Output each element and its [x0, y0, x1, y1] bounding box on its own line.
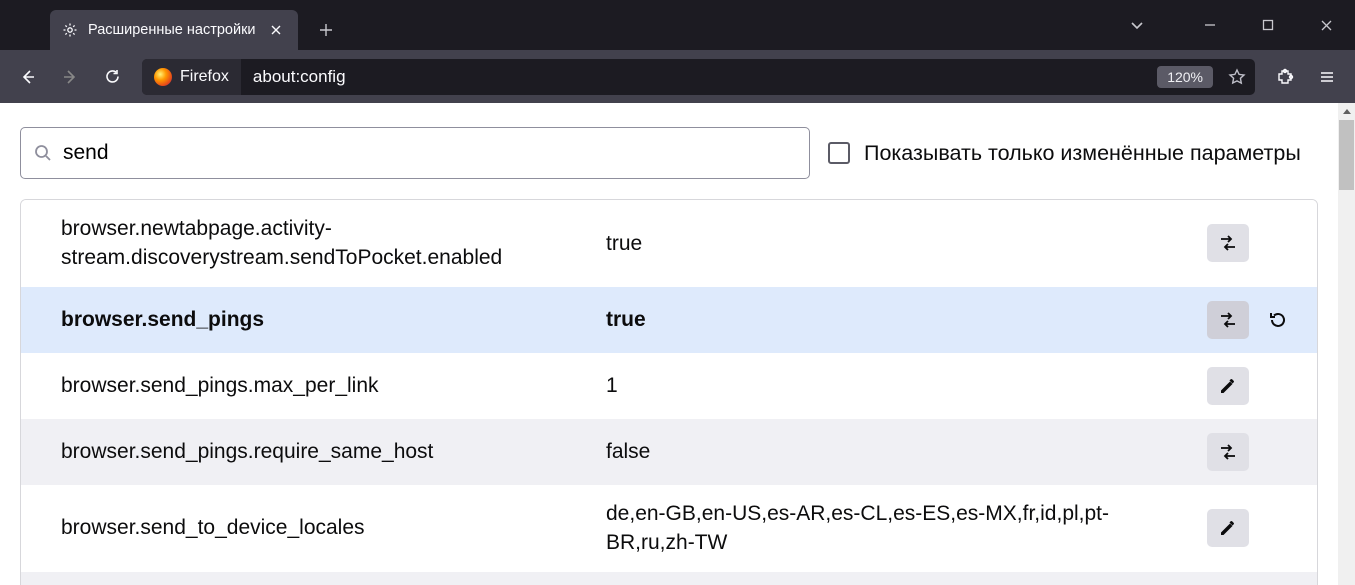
- pref-value: true: [606, 229, 1207, 258]
- pref-value: false: [606, 437, 1207, 466]
- modified-only-checkbox-row[interactable]: Показывать только изменённые параметры: [828, 141, 1301, 166]
- pref-actions: [1207, 433, 1299, 471]
- pref-value: true: [606, 305, 1207, 334]
- window-controls: [1113, 0, 1355, 50]
- identity-box[interactable]: Firefox: [142, 59, 241, 95]
- window-close-button[interactable]: [1297, 5, 1355, 45]
- titlebar: Расширенные настройки: [0, 0, 1355, 50]
- pref-search-input[interactable]: [63, 141, 797, 165]
- navigation-toolbar: Firefox about:config 120%: [0, 50, 1355, 103]
- pref-actions: [1207, 509, 1299, 547]
- edit-button[interactable]: [1207, 509, 1249, 547]
- close-tab-button[interactable]: [266, 20, 286, 40]
- zoom-level-badge[interactable]: 120%: [1157, 66, 1213, 88]
- tabs-dropdown-button[interactable]: [1113, 5, 1161, 45]
- tab-title: Расширенные настройки: [88, 22, 256, 38]
- browser-tab-active[interactable]: Расширенные настройки: [50, 10, 298, 50]
- pref-row[interactable]: browser.send_pings.require_same_hostfals…: [21, 419, 1317, 485]
- bookmark-star-button[interactable]: [1219, 59, 1255, 95]
- back-button[interactable]: [10, 59, 46, 95]
- pref-search-box[interactable]: [20, 127, 810, 179]
- prefs-table: browser.newtabpage.activity-stream.disco…: [20, 199, 1318, 585]
- url-bar[interactable]: Firefox about:config 120%: [142, 59, 1255, 95]
- pref-name: browser.send_pings.require_same_host: [61, 437, 606, 466]
- vertical-scrollbar[interactable]: [1338, 103, 1355, 585]
- pref-actions: [1207, 367, 1299, 405]
- window-maximize-button[interactable]: [1239, 5, 1297, 45]
- search-row: Показывать только изменённые параметры: [0, 103, 1338, 199]
- pref-row[interactable]: browser.send_pingstrue: [21, 287, 1317, 353]
- toggle-button[interactable]: [1207, 224, 1249, 262]
- url-text: about:config: [241, 67, 358, 87]
- pref-row[interactable]: browser.tabs.crashReporting.sendReporttr…: [21, 572, 1317, 585]
- app-menu-button[interactable]: [1309, 59, 1345, 95]
- pref-row[interactable]: browser.send_to_device_localesde,en-GB,e…: [21, 485, 1317, 572]
- modified-only-checkbox[interactable]: [828, 142, 850, 164]
- pref-name: browser.send_pings: [61, 305, 606, 334]
- reload-button[interactable]: [94, 59, 130, 95]
- new-tab-button[interactable]: [308, 12, 344, 48]
- pref-row[interactable]: browser.newtabpage.activity-stream.disco…: [21, 200, 1317, 287]
- extensions-button[interactable]: [1267, 59, 1303, 95]
- pref-value: de,en-GB,en-US,es-AR,es-CL,es-ES,es-MX,f…: [606, 499, 1207, 558]
- scrollbar-up-arrow[interactable]: [1338, 103, 1355, 120]
- window-minimize-button[interactable]: [1181, 5, 1239, 45]
- pref-name: browser.send_to_device_locales: [61, 513, 606, 542]
- firefox-logo-icon: [154, 68, 172, 86]
- reset-button[interactable]: [1257, 301, 1299, 339]
- identity-label: Firefox: [180, 68, 229, 86]
- search-icon: [33, 143, 53, 163]
- pref-actions: [1207, 224, 1299, 262]
- pref-actions: [1207, 301, 1299, 339]
- about-config-content: Показывать только изменённые параметры b…: [0, 103, 1338, 585]
- edit-button[interactable]: [1207, 367, 1249, 405]
- forward-button[interactable]: [52, 59, 88, 95]
- pref-row[interactable]: browser.send_pings.max_per_link1: [21, 353, 1317, 419]
- toggle-button[interactable]: [1207, 301, 1249, 339]
- scrollbar-thumb[interactable]: [1339, 120, 1354, 190]
- pref-name: browser.send_pings.max_per_link: [61, 371, 606, 400]
- pref-value: 1: [606, 371, 1207, 400]
- toggle-button[interactable]: [1207, 433, 1249, 471]
- modified-only-label: Показывать только изменённые параметры: [864, 141, 1301, 166]
- pref-name: browser.newtabpage.activity-stream.disco…: [61, 214, 606, 273]
- gear-icon: [62, 22, 78, 38]
